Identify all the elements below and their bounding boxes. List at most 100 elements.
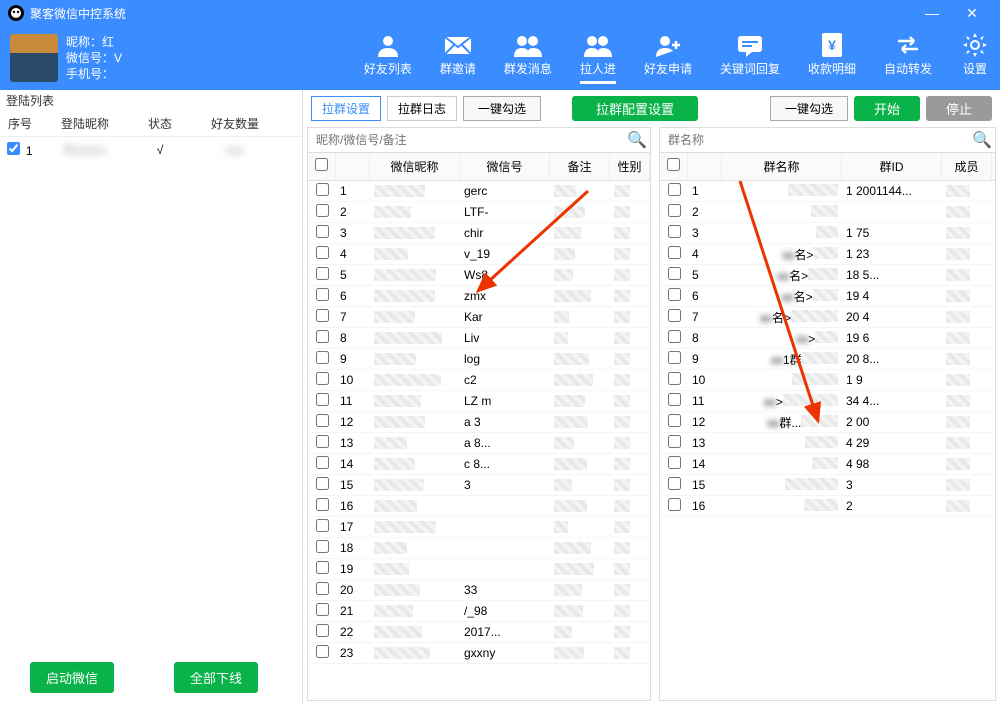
- check-all-button[interactable]: 一键勾选: [463, 96, 541, 121]
- friend-checkbox[interactable]: [316, 372, 329, 385]
- group-checkbox[interactable]: [668, 414, 681, 427]
- group-checkbox[interactable]: [668, 477, 681, 490]
- nav-payment[interactable]: ¥收款明细: [808, 32, 856, 84]
- close-button[interactable]: ✕: [952, 5, 992, 22]
- group-checkbox[interactable]: [668, 351, 681, 364]
- friend-checkbox[interactable]: [316, 582, 329, 595]
- friend-row[interactable]: 8Liv: [308, 328, 650, 349]
- group-row[interactable]: 8xx>19 6: [660, 328, 995, 349]
- group-row[interactable]: 12xx群...2 00: [660, 412, 995, 433]
- friend-row[interactable]: 14c 8...: [308, 454, 650, 475]
- friend-row[interactable]: 5Ws8: [308, 265, 650, 286]
- group-row[interactable]: 9xx1群20 8...: [660, 349, 995, 370]
- friend-row[interactable]: 10c2: [308, 370, 650, 391]
- config-button[interactable]: 拉群配置设置: [572, 96, 698, 121]
- friend-checkbox[interactable]: [316, 603, 329, 616]
- friend-checkbox[interactable]: [316, 246, 329, 259]
- group-checkbox[interactable]: [668, 435, 681, 448]
- start-button[interactable]: 开始: [854, 96, 920, 121]
- friend-row[interactable]: 23 gxxny: [308, 643, 650, 664]
- nav-friendreq[interactable]: 好友申请: [644, 32, 692, 84]
- group-checkbox[interactable]: [668, 246, 681, 259]
- friend-row[interactable]: 7Kar: [308, 307, 650, 328]
- nav-groupinvite[interactable]: 群邀请: [440, 32, 476, 84]
- start-wechat-button[interactable]: 启动微信: [30, 662, 114, 693]
- friend-checkbox[interactable]: [316, 456, 329, 469]
- stop-button[interactable]: 停止: [926, 96, 992, 121]
- nav-friends[interactable]: 好友列表: [364, 32, 412, 84]
- group-row[interactable]: 11xx>34 4...: [660, 391, 995, 412]
- group-row[interactable]: 101 9: [660, 370, 995, 391]
- friend-row[interactable]: 19: [308, 559, 650, 580]
- search-icon[interactable]: 🔍: [624, 128, 650, 152]
- login-checkbox[interactable]: [7, 142, 20, 155]
- group-checkbox[interactable]: [668, 225, 681, 238]
- group-row[interactable]: 5xx名>18 5...: [660, 265, 995, 286]
- friend-row[interactable]: 21 /_98: [308, 601, 650, 622]
- friend-row[interactable]: 20 33: [308, 580, 650, 601]
- friend-row[interactable]: 1gerc: [308, 181, 650, 202]
- group-row[interactable]: 4xx名>1 23: [660, 244, 995, 265]
- nav-keyword[interactable]: 关键词回复: [720, 32, 780, 84]
- nav-settings[interactable]: 设置: [960, 32, 990, 84]
- group-row[interactable]: 153: [660, 475, 995, 496]
- friend-row[interactable]: 16: [308, 496, 650, 517]
- friend-checkbox[interactable]: [316, 330, 329, 343]
- friend-row[interactable]: 3chir: [308, 223, 650, 244]
- friend-row[interactable]: 22 2017...: [308, 622, 650, 643]
- friend-row[interactable]: 17: [308, 517, 650, 538]
- friend-checkbox[interactable]: [316, 498, 329, 511]
- friend-row[interactable]: 4v_19: [308, 244, 650, 265]
- group-checkbox[interactable]: [668, 372, 681, 385]
- group-checkbox[interactable]: [668, 288, 681, 301]
- friend-checkbox[interactable]: [316, 351, 329, 364]
- group-row[interactable]: 31 75: [660, 223, 995, 244]
- group-row[interactable]: 144 98: [660, 454, 995, 475]
- search-icon[interactable]: 🔍: [969, 128, 995, 152]
- friend-checkbox[interactable]: [316, 267, 329, 280]
- friend-row[interactable]: 13a 8...: [308, 433, 650, 454]
- group-row[interactable]: 11 2001144...: [660, 181, 995, 202]
- group-row[interactable]: 2: [660, 202, 995, 223]
- nav-mass[interactable]: 群发消息: [504, 32, 552, 84]
- friend-checkbox[interactable]: [316, 393, 329, 406]
- group-checkbox[interactable]: [668, 456, 681, 469]
- group-checkbox[interactable]: [668, 498, 681, 511]
- tab-pull-log[interactable]: 拉群日志: [387, 96, 457, 121]
- check-all-button-2[interactable]: 一键勾选: [770, 96, 848, 121]
- groups-check-all[interactable]: [667, 158, 680, 171]
- friend-row[interactable]: 2LTF-: [308, 202, 650, 223]
- groups-search-input[interactable]: [660, 128, 969, 152]
- friend-checkbox[interactable]: [316, 183, 329, 196]
- friend-checkbox[interactable]: [316, 540, 329, 553]
- friend-checkbox[interactable]: [316, 561, 329, 574]
- group-checkbox[interactable]: [668, 330, 681, 343]
- friend-checkbox[interactable]: [316, 645, 329, 658]
- nav-pullgroup[interactable]: 拉人进: [580, 32, 616, 84]
- friend-row[interactable]: 6zmx: [308, 286, 650, 307]
- all-offline-button[interactable]: 全部下线: [174, 662, 258, 693]
- friend-row[interactable]: 15 3: [308, 475, 650, 496]
- friend-row[interactable]: 12a 3: [308, 412, 650, 433]
- friend-row[interactable]: 18: [308, 538, 650, 559]
- login-row[interactable]: 1红xxxxx√xxx: [0, 137, 302, 162]
- group-row[interactable]: 134 29: [660, 433, 995, 454]
- group-checkbox[interactable]: [668, 393, 681, 406]
- tab-pull-settings[interactable]: 拉群设置: [311, 96, 381, 121]
- friends-check-all[interactable]: [315, 158, 328, 171]
- minimize-button[interactable]: —: [912, 5, 952, 21]
- friend-checkbox[interactable]: [316, 435, 329, 448]
- group-row[interactable]: 162: [660, 496, 995, 517]
- friend-checkbox[interactable]: [316, 309, 329, 322]
- friend-row[interactable]: 9log: [308, 349, 650, 370]
- nav-autofwd[interactable]: 自动转发: [884, 32, 932, 84]
- group-checkbox[interactable]: [668, 183, 681, 196]
- group-row[interactable]: 7xx名>20 4: [660, 307, 995, 328]
- friend-checkbox[interactable]: [316, 414, 329, 427]
- friend-checkbox[interactable]: [316, 477, 329, 490]
- group-checkbox[interactable]: [668, 309, 681, 322]
- friends-search-input[interactable]: [308, 128, 624, 152]
- group-checkbox[interactable]: [668, 267, 681, 280]
- friend-row[interactable]: 11LZ m: [308, 391, 650, 412]
- friend-checkbox[interactable]: [316, 624, 329, 637]
